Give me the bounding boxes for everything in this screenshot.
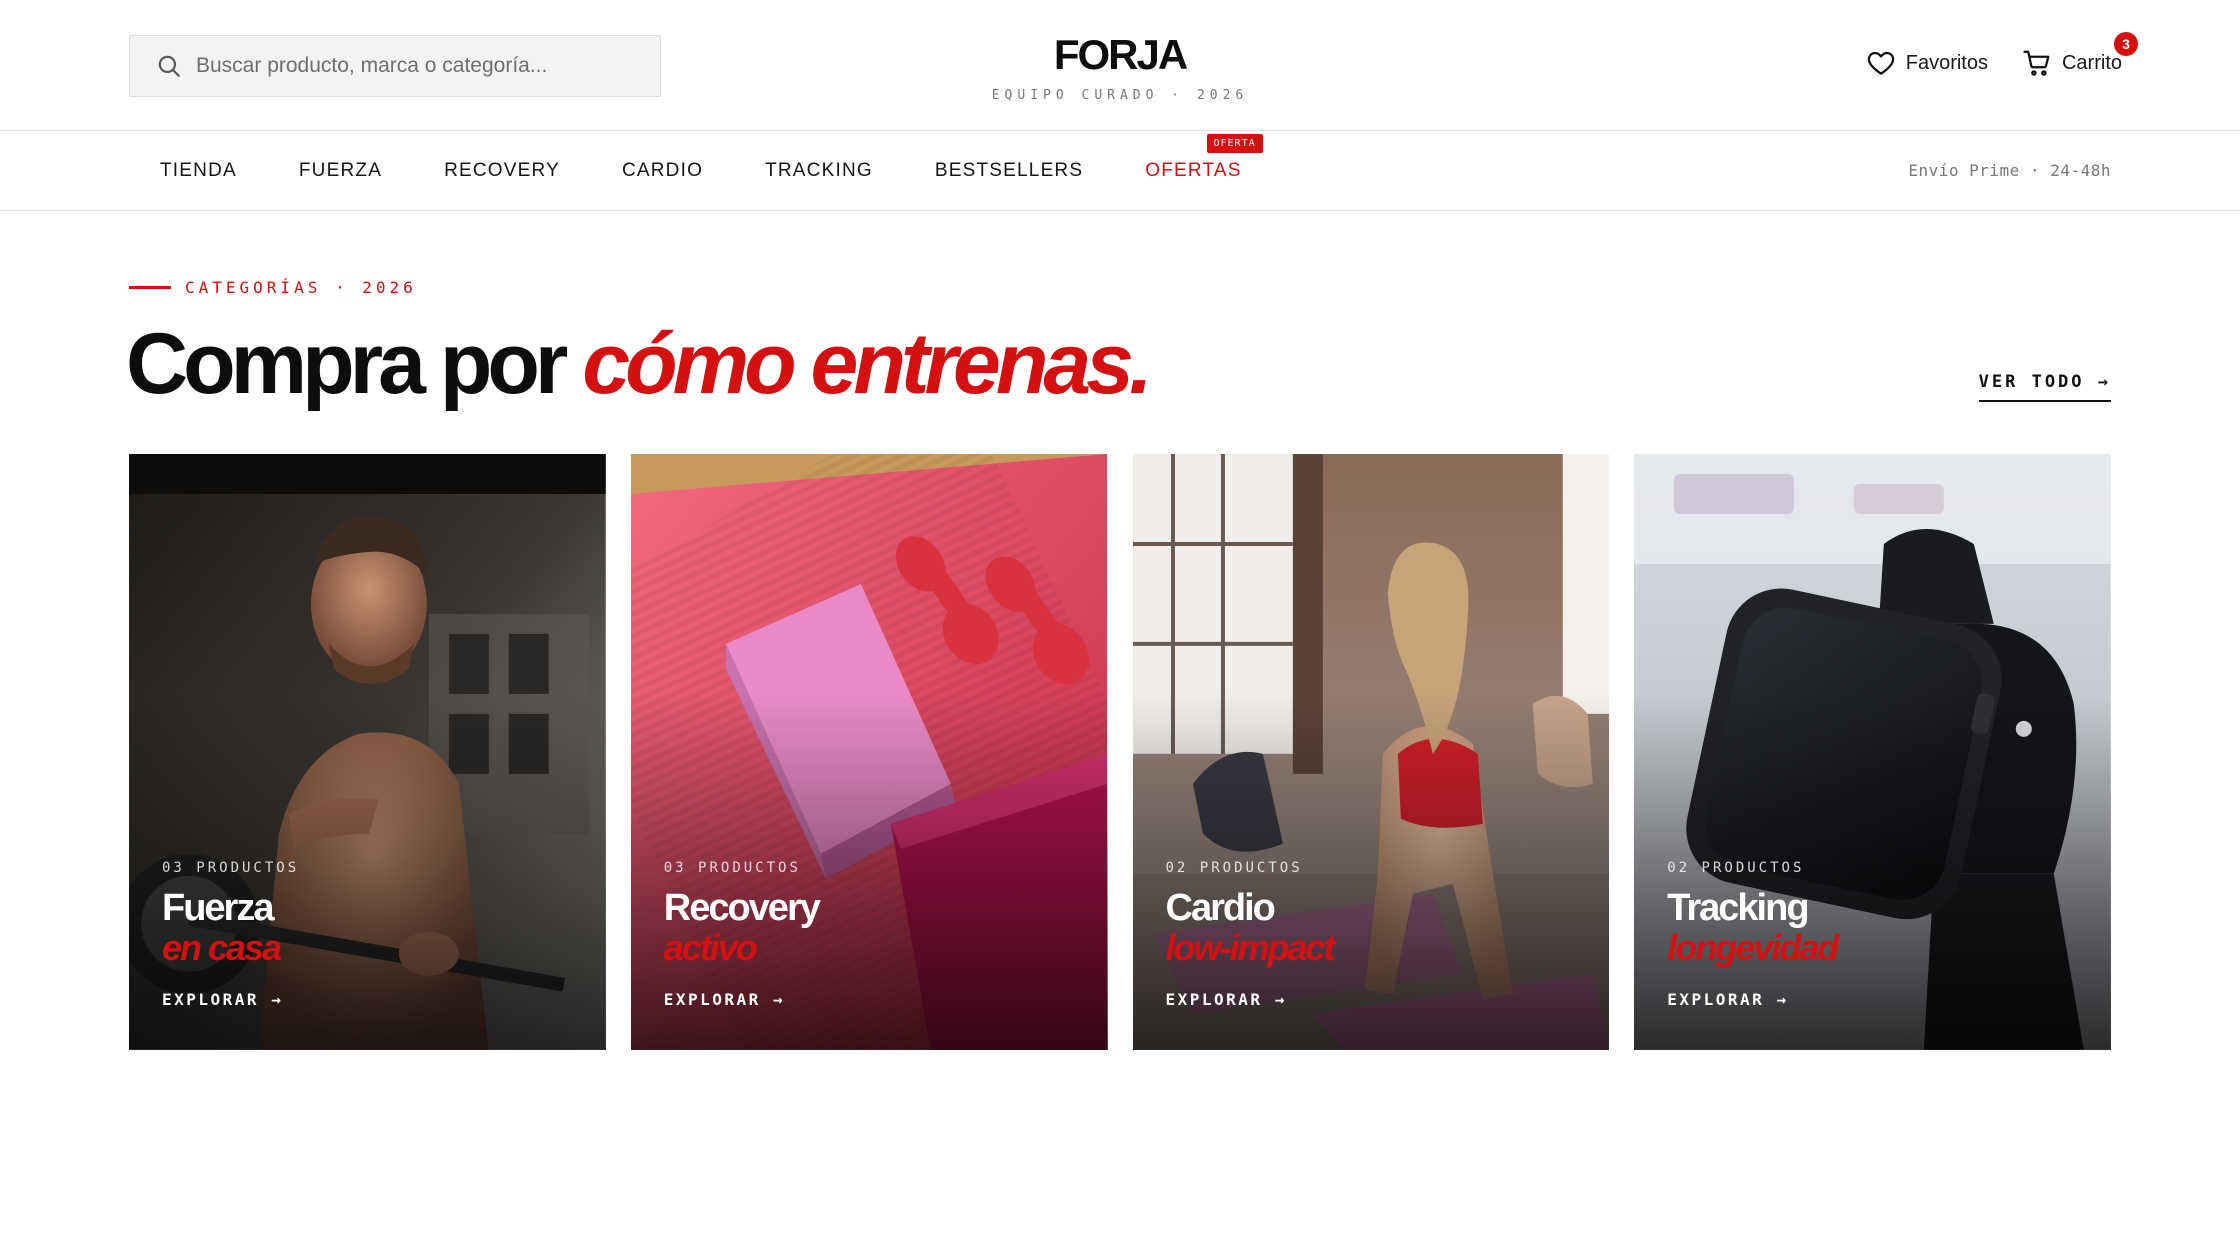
- favorites-label: Favoritos: [1905, 51, 1988, 74]
- sale-tag-badge: OFERTA: [1206, 134, 1263, 153]
- product-count: 02 PRODUCTOS: [1667, 860, 1805, 876]
- explore-link[interactable]: EXPLORAR →: [162, 990, 299, 1009]
- header-actions: Favoritos Carrito 3: [1866, 32, 2138, 78]
- card-subtitle: longevidad: [1667, 927, 1839, 968]
- nav-item-tracking[interactable]: TRACKING: [734, 160, 904, 182]
- eyebrow-rule: [129, 286, 171, 289]
- explore-link[interactable]: EXPLORAR →: [1166, 990, 1334, 1009]
- nav-item-fuerza[interactable]: FUERZA: [268, 160, 413, 182]
- card-title: Cardio: [1165, 887, 1276, 929]
- category-card-tracking[interactable]: 02 PRODUCTOS Tracking longevidad EXPLORA…: [1634, 454, 2111, 1050]
- nav-item-cardio[interactable]: CARDIO: [591, 160, 734, 182]
- search-input[interactable]: [196, 54, 636, 78]
- product-count: 03 PRODUCTOS: [663, 860, 801, 876]
- shipping-info: Envío Prime · 24-48h: [1908, 161, 2111, 180]
- search-bar[interactable]: [129, 35, 661, 97]
- product-count: 02 PRODUCTOS: [1165, 860, 1303, 876]
- explore-link[interactable]: EXPLORAR →: [664, 990, 819, 1009]
- category-cards: 03 PRODUCTOS Fuerza en casa EXPLORAR → 0…: [129, 454, 2111, 1050]
- card-title: Recovery: [663, 887, 821, 929]
- nav-item-bestsellers[interactable]: BESTSELLERS: [904, 160, 1114, 182]
- logo-tagline: EQUIPO CURADO · 2026: [991, 88, 1249, 103]
- see-all-link[interactable]: VER TODO →: [1978, 372, 2111, 402]
- eyebrow-text: CATEGORÍAS · 2026: [185, 278, 417, 297]
- card-subtitle: low-impact: [1165, 927, 1336, 968]
- nav-item-recovery[interactable]: RECOVERY: [413, 160, 591, 182]
- section-headline: Compra por cómo entrenas.: [126, 316, 1153, 412]
- favorites-link[interactable]: Favoritos: [1866, 48, 1988, 78]
- site-header: FORJA EQUIPO CURADO · 2026 Favoritos Car…: [0, 0, 2240, 131]
- cart-count-badge: 3: [2114, 32, 2138, 56]
- nav-menu: TIENDA FUERZA RECOVERY CARDIO TRACKING B…: [129, 131, 1273, 211]
- headline-main: Compra por: [126, 316, 583, 412]
- card-subtitle: en casa: [162, 927, 282, 968]
- site-logo[interactable]: FORJA EQUIPO CURADO · 2026: [920, 30, 1320, 103]
- category-card-recovery[interactable]: 03 PRODUCTOS Recovery activo EXPLORAR →: [630, 454, 1108, 1050]
- nav-item-tienda[interactable]: TIENDA: [129, 160, 268, 182]
- heart-icon: [1867, 51, 1894, 75]
- card-info: 03 PRODUCTOS Fuerza en casa EXPLORAR →: [162, 860, 299, 1009]
- card-info: 03 PRODUCTOS Recovery activo EXPLORAR →: [663, 860, 821, 1009]
- search-icon: [158, 55, 180, 77]
- nav-item-ofertas-label: OFERTAS: [1145, 160, 1242, 181]
- nav-item-ofertas[interactable]: OFERTAS OFERTA: [1114, 134, 1272, 182]
- card-info: 02 PRODUCTOS Cardio low-impact EXPLORAR …: [1165, 860, 1336, 1009]
- card-subtitle: activo: [663, 927, 758, 968]
- explore-link[interactable]: EXPLORAR →: [1667, 990, 1837, 1009]
- cart-icon: [2023, 50, 2050, 76]
- main-nav: TIENDA FUERZA RECOVERY CARDIO TRACKING B…: [0, 131, 2240, 211]
- cart-label: Carrito: [2061, 51, 2122, 74]
- product-count: 03 PRODUCTOS: [162, 860, 300, 876]
- category-card-cardio[interactable]: 02 PRODUCTOS Cardio low-impact EXPLORAR …: [1132, 454, 1610, 1050]
- card-title: Fuerza: [162, 887, 274, 929]
- card-title: Tracking: [1667, 887, 1809, 929]
- headline-accent: cómo entrenas.: [582, 316, 1153, 412]
- logo-wordmark: FORJA: [1053, 31, 1188, 78]
- card-info: 02 PRODUCTOS Tracking longevidad EXPLORA…: [1667, 860, 1839, 1009]
- section-eyebrow: CATEGORÍAS · 2026: [129, 278, 417, 297]
- category-card-fuerza[interactable]: 03 PRODUCTOS Fuerza en casa EXPLORAR →: [129, 454, 606, 1050]
- cart-link[interactable]: Carrito 3: [2022, 32, 2138, 78]
